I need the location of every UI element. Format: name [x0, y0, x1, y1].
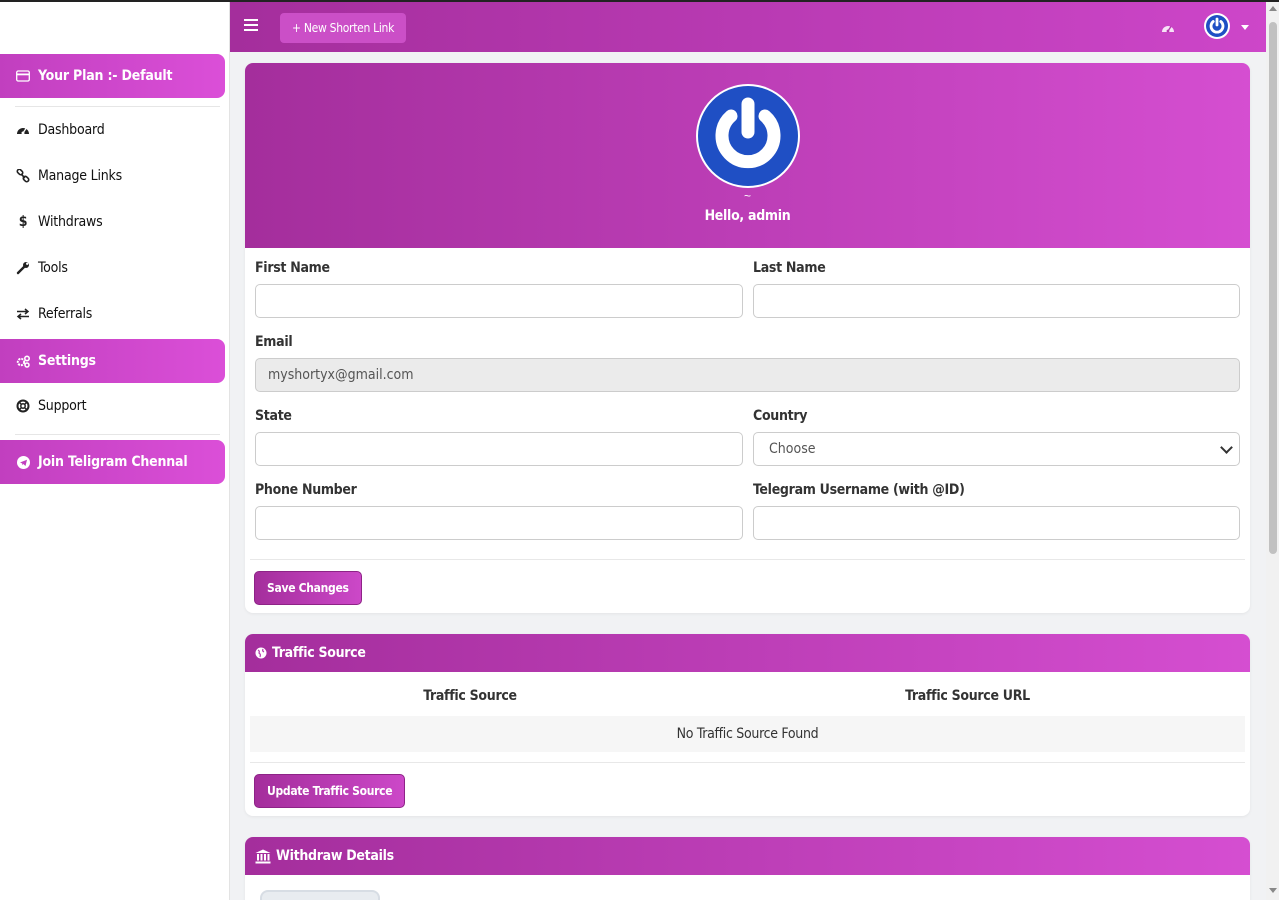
credit-card-icon: [15, 68, 31, 84]
sidebar-plan-label: Your Plan :- Default: [38, 68, 173, 84]
country-label: Country: [753, 408, 808, 424]
top-navbar: + New Shorten Link: [230, 2, 1266, 52]
first-name-label: First Name: [255, 260, 330, 276]
traffic-divider: [250, 762, 1245, 763]
globe-icon: [255, 647, 267, 659]
profile-header: ~ Hello, admin: [245, 63, 1250, 248]
sidebar-divider: [15, 106, 220, 107]
sidebar-item-settings[interactable]: Settings: [0, 339, 225, 383]
sidebar-item-label: Settings: [38, 353, 96, 369]
withdraw-details-card: Withdraw Details: [245, 837, 1250, 900]
sidebar-item-dashboard[interactable]: Dashboard: [0, 108, 225, 152]
sidebar-item-support[interactable]: Support: [0, 384, 225, 428]
column-header-traffic-source: Traffic Source: [423, 688, 517, 704]
sidebar-plan[interactable]: Your Plan :- Default: [0, 54, 225, 98]
exchange-icon: [15, 306, 31, 322]
state-label: State: [255, 408, 292, 424]
sidebar-item-label: Manage Links: [38, 168, 122, 184]
email-field[interactable]: myshortyx@gmail.com: [255, 358, 1240, 392]
sidebar-item-manage-links[interactable]: Manage Links: [0, 154, 225, 198]
power-logo-icon: [1206, 15, 1228, 37]
traffic-source-header: Traffic Source: [245, 634, 1250, 672]
profile-subtitle: ~: [743, 189, 751, 203]
withdraw-details-header: Withdraw Details: [245, 837, 1250, 875]
phone-input[interactable]: [255, 506, 743, 540]
last-name-input[interactable]: [753, 284, 1240, 318]
profile-greeting: Hello, admin: [704, 208, 791, 224]
email-label: Email: [255, 334, 293, 350]
dollar-icon: $: [18, 214, 28, 230]
form-divider: [250, 559, 1245, 560]
state-input[interactable]: [255, 432, 743, 466]
gears-icon: [15, 353, 31, 369]
chevron-down-icon[interactable]: [1241, 25, 1249, 30]
sidebar: Your Plan :- Default Dashboard Manage Li…: [0, 2, 230, 900]
traffic-source-card: Traffic Source Traffic Source Traffic So…: [245, 634, 1250, 816]
user-avatar[interactable]: [1204, 13, 1230, 39]
page-scrollbar[interactable]: [1266, 2, 1279, 900]
telegram-input[interactable]: [753, 506, 1240, 540]
phone-label: Phone Number: [255, 482, 357, 498]
power-logo-icon: [698, 86, 798, 186]
country-select-value: Choose: [769, 441, 816, 457]
profile-avatar: [696, 84, 800, 188]
table-row-empty: No Traffic Source Found: [250, 716, 1245, 752]
sidebar-item-label: Dashboard: [38, 122, 105, 138]
dashboard-icon: [15, 122, 31, 138]
telegram-label: Telegram Username (with @ID): [753, 482, 965, 498]
first-name-input[interactable]: [255, 284, 743, 318]
sidebar-item-label: Withdraws: [38, 214, 103, 230]
new-shorten-link-button[interactable]: + New Shorten Link: [280, 13, 407, 43]
scroll-down-icon[interactable]: [1269, 888, 1277, 893]
sidebar-divider: [15, 434, 220, 435]
sidebar-item-label: Tools: [38, 260, 68, 276]
last-name-label: Last Name: [753, 260, 826, 276]
traffic-source-title: Traffic Source: [272, 645, 366, 661]
dashboard-icon[interactable]: [1161, 21, 1175, 33]
profile-card: ~ Hello, admin First Name Last Name Emai…: [245, 63, 1250, 613]
telegram-icon: [15, 454, 31, 470]
bank-icon: [255, 849, 271, 864]
sidebar-item-referrals[interactable]: Referrals: [0, 292, 225, 336]
life-ring-icon: [15, 398, 31, 414]
withdraw-method-option[interactable]: [260, 890, 380, 900]
withdraw-details-title: Withdraw Details: [276, 848, 394, 864]
scrollbar-thumb[interactable]: [1269, 22, 1277, 554]
column-header-traffic-source-url: Traffic Source URL: [905, 688, 1030, 704]
sidebar-item-label: Support: [38, 398, 87, 414]
wrench-icon: [15, 260, 31, 276]
link-icon: [15, 168, 31, 184]
sidebar-telegram-button[interactable]: Join Teligram Chennal: [0, 440, 225, 484]
country-select[interactable]: Choose: [753, 432, 1240, 466]
update-traffic-source-button[interactable]: Update Traffic Source: [254, 774, 406, 808]
sidebar-item-tools[interactable]: Tools: [0, 246, 225, 290]
save-changes-button[interactable]: Save Changes: [254, 571, 362, 605]
scroll-up-icon[interactable]: [1269, 6, 1277, 11]
sidebar-item-label: Referrals: [38, 306, 93, 322]
chevron-down-icon: [1220, 440, 1233, 454]
sidebar-item-withdraws[interactable]: $ Withdraws: [0, 200, 225, 244]
sidebar-telegram-label: Join Teligram Chennal: [38, 454, 188, 470]
menu-toggle-icon[interactable]: [244, 19, 258, 31]
